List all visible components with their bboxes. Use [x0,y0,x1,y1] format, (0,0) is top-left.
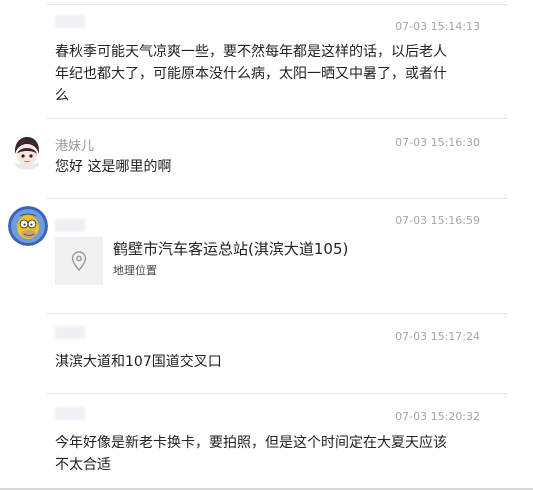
message-time: 07-03 15:14:13 [395,20,480,33]
divider [47,313,507,314]
cartoon-character-avatar-icon [8,206,48,246]
sender-name-blurred [55,326,85,339]
map-pin-icon [71,251,87,271]
sender-name-blurred [55,407,85,420]
message-text: 春秋季可能天气凉爽一些，要不然每年都是这样的话，以后老人年纪也都大了，可能原本没… [55,44,447,104]
sender-name-blurred [55,219,85,232]
location-subtitle: 地理位置 [113,264,157,277]
divider [47,4,507,5]
message-text: 今年好像是新老卡换卡，要拍照，但是这个时间定在大夏天应该不太合适 [55,435,447,473]
location-title: 鹤壁市汽车客运总站(淇滨大道105) [113,240,349,258]
divider [47,393,507,394]
message-text: 您好 这是哪里的啊 [55,159,172,175]
location-thumbnail [55,237,103,285]
message-time: 07-03 15:20:32 [395,410,480,423]
anime-girl-avatar-icon [8,132,46,170]
anime-girl-avatar[interactable] [8,132,46,170]
message-time: 07-03 15:17:24 [395,330,480,343]
location-card[interactable]: 鹤壁市汽车客运总站(淇滨大道105) 地理位置 [55,237,385,285]
message-time: 07-03 15:16:30 [395,136,480,149]
sender-name-blurred [55,15,85,28]
divider [47,198,507,199]
message-time: 07-03 15:16:59 [395,214,480,227]
divider [47,118,507,119]
message-text: 淇滨大道和107国道交叉口 [55,354,222,370]
cartoon-character-avatar[interactable] [8,206,48,246]
sender-name: 港妹儿 [55,139,95,154]
